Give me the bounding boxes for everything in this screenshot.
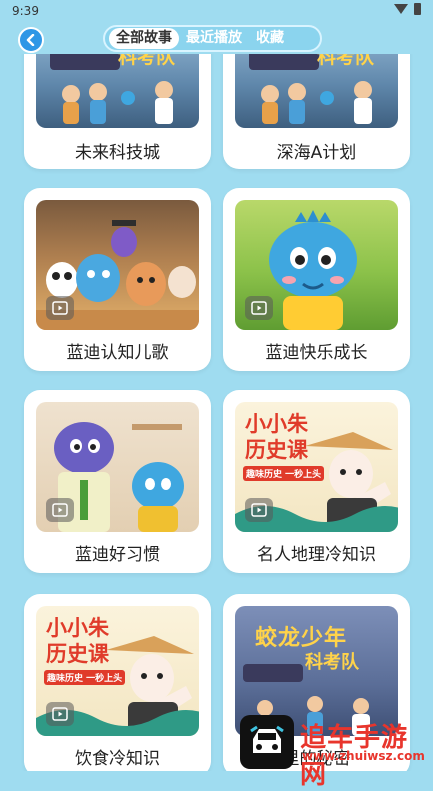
- video-badge: [245, 296, 273, 320]
- video-icon: [251, 301, 267, 315]
- back-button[interactable]: [18, 27, 44, 53]
- video-icon: [52, 707, 68, 721]
- story-card[interactable]: 蓝迪认知儿歌: [24, 188, 211, 371]
- story-card[interactable]: 科考队 未来科技城: [24, 54, 211, 169]
- story-tabs: 全部故事 最近播放 收藏: [103, 25, 322, 52]
- thumbnail-title: 科考队: [118, 54, 176, 68]
- status-bar: 9:39: [0, 0, 433, 24]
- video-icon: [251, 503, 267, 517]
- story-title: 蓝迪快乐成长: [265, 343, 368, 363]
- status-icons: [394, 3, 421, 15]
- car-logo-icon: [240, 715, 294, 769]
- story-card[interactable]: 小小朱 历史课 趣味历史 一秒上头 名人地理冷知识: [223, 390, 410, 573]
- story-grid: 科考队 未来科技城 科考队 深海A计划 蓝迪认知儿歌 蓝迪快乐成长 蓝迪好习惯 …: [0, 54, 433, 771]
- story-title: 饮食冷知识: [75, 749, 160, 769]
- chevron-left-icon: [26, 34, 35, 46]
- thumbnail-subtitle: 趣味历史 一秒上头: [44, 670, 126, 685]
- battery-icon: [414, 3, 421, 15]
- thumbnail-title: 科考队: [317, 54, 375, 68]
- story-card[interactable]: 蓝迪好习惯: [24, 390, 211, 573]
- video-icon: [52, 503, 68, 517]
- story-card[interactable]: 蓝迪快乐成长: [223, 188, 410, 371]
- thumbnail-title-line2: 历史课: [245, 438, 308, 462]
- story-thumbnail: [235, 200, 398, 330]
- video-icon: [52, 301, 68, 315]
- story-thumbnail: 小小朱 历史课 趣味历史 一秒上头: [36, 606, 199, 736]
- thumbnail-subtitle: 趣味历史 一秒上头: [243, 466, 325, 481]
- video-badge: [245, 498, 273, 522]
- story-thumbnail: 小小朱 历史课 趣味历史 一秒上头: [235, 402, 398, 532]
- video-badge: [46, 296, 74, 320]
- thumbnail-title-line2: 科考队: [305, 652, 359, 673]
- story-card[interactable]: 科考队 深海A计划: [223, 54, 410, 169]
- story-title: 深海A计划: [276, 143, 357, 163]
- thumbnail-title-line2: 历史课: [46, 642, 109, 666]
- story-title: 蓝迪好习惯: [75, 545, 160, 565]
- story-title: 蓝迪认知儿歌: [66, 343, 169, 363]
- status-time: 9:39: [12, 4, 39, 18]
- story-thumbnail: [36, 402, 199, 532]
- story-thumbnail: [36, 200, 199, 330]
- video-badge: [46, 498, 74, 522]
- thumbnail-title-line1: 小小朱: [245, 412, 308, 436]
- tab-favorites[interactable]: 收藏: [249, 28, 291, 49]
- wifi-icon: [394, 4, 408, 14]
- tab-recent[interactable]: 最近播放: [179, 28, 249, 49]
- video-badge: [46, 702, 74, 726]
- watermark: 追车手游网 www.zhuiwsz.com: [240, 715, 430, 790]
- story-card[interactable]: 小小朱 历史课 趣味历史 一秒上头 饮食冷知识: [24, 594, 211, 771]
- story-title: 名人地理冷知识: [257, 545, 376, 565]
- story-thumbnail: 科考队: [235, 54, 398, 128]
- thumbnail-title-line1: 小小朱: [46, 616, 109, 640]
- watermark-url: www.zhuiwsz.com: [302, 749, 425, 763]
- story-thumbnail: 科考队: [36, 54, 199, 128]
- tab-all-stories[interactable]: 全部故事: [109, 28, 179, 49]
- story-title: 未来科技城: [75, 143, 160, 163]
